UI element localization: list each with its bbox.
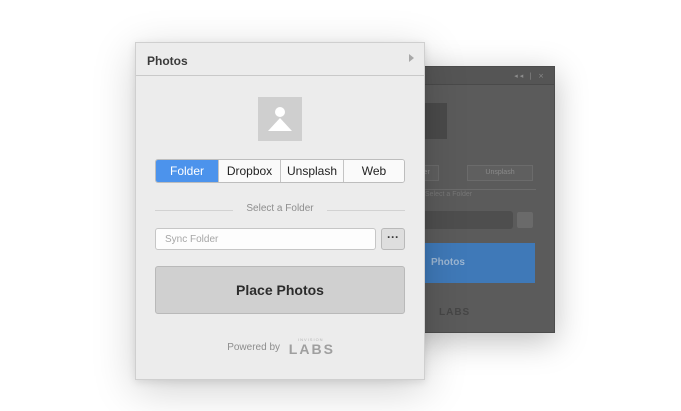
tab-unsplash[interactable]: Unsplash [281, 160, 344, 182]
background-place-button[interactable] [409, 243, 535, 283]
background-section-label: Select a Folder [425, 191, 473, 198]
powered-by-text: Powered by [227, 341, 281, 353]
section-label: Select a Folder [246, 203, 314, 214]
background-sync-field[interactable] [413, 211, 513, 229]
place-photos-button[interactable]: Place Photos [155, 266, 405, 314]
image-placeholder-icon [258, 97, 302, 141]
background-divider [409, 189, 536, 190]
section-divider: Select a Folder [155, 203, 405, 217]
background-window-controls[interactable]: ◂◂ | × [514, 72, 546, 80]
tab-folder[interactable]: Folder [156, 160, 219, 182]
powered-by-footer: Powered by INVISION LABS [136, 337, 424, 357]
browse-folder-button[interactable]: ··· [381, 228, 405, 250]
tab-dropbox[interactable]: Dropbox [219, 160, 281, 182]
tab-web[interactable]: Web [344, 160, 404, 182]
panel-header: Photos [136, 43, 424, 76]
divider-line-right [327, 210, 405, 211]
source-tabs: Folder Dropbox Unsplash Web [155, 159, 405, 183]
sync-folder-input[interactable] [155, 228, 376, 250]
background-logo: LABS [439, 307, 471, 318]
background-place-label: Photos [431, 257, 465, 268]
invision-labs-logo[interactable]: INVISION LABS [289, 337, 333, 357]
logo-labs-text: LABS [288, 341, 335, 357]
background-tab-unsplash[interactable]: Unsplash [467, 165, 533, 181]
photos-panel: Photos Folder Dropbox Unsplash Web Selec… [135, 42, 425, 380]
panel-title: Photos [147, 54, 188, 68]
chevron-right-icon[interactable] [409, 54, 414, 62]
background-browse-button[interactable] [517, 212, 533, 228]
